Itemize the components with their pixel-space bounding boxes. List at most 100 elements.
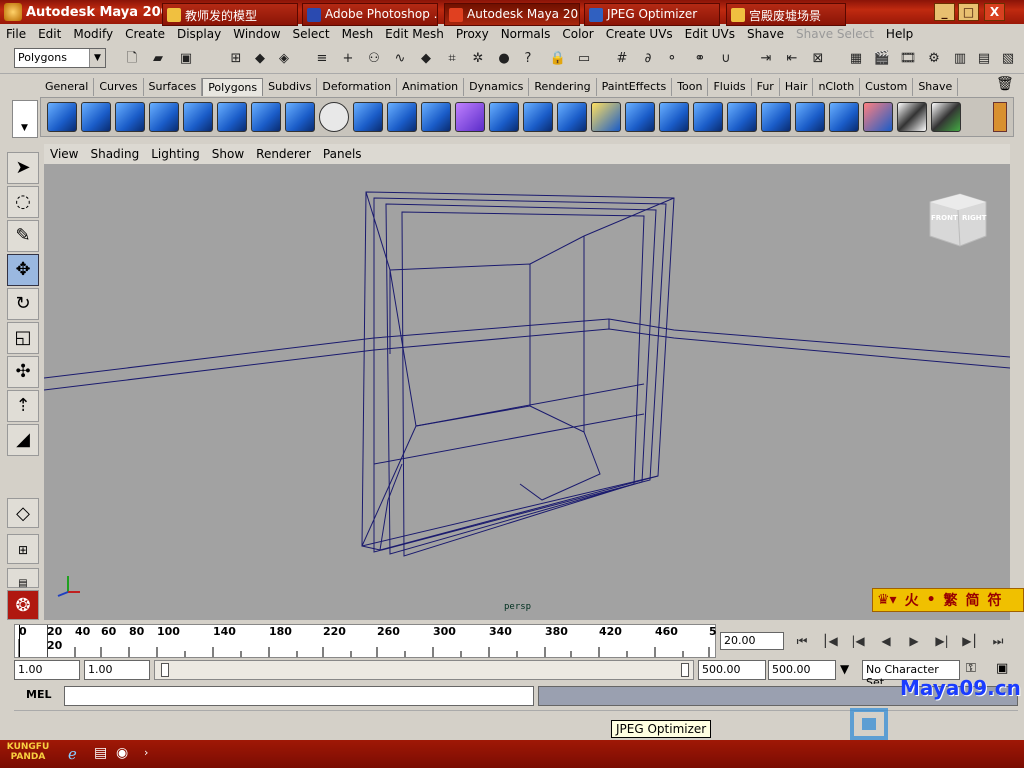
- current-frame-field[interactable]: 20.00: [720, 632, 784, 650]
- menu-proxy[interactable]: Proxy: [450, 27, 495, 41]
- menu-display[interactable]: Display: [171, 27, 227, 41]
- maya-app-icon[interactable]: [4, 3, 22, 21]
- task-folder-palace[interactable]: 宫殿废墟场景: [726, 3, 846, 26]
- menu-shave-select[interactable]: Shave Select: [790, 27, 880, 41]
- combine-icon[interactable]: [353, 102, 383, 132]
- select-deformation-icon[interactable]: ⌗: [442, 49, 462, 69]
- select-hierarchy-icon[interactable]: ⊞: [226, 49, 246, 69]
- panel-menu-view[interactable]: View: [44, 147, 84, 161]
- paint-select-tool-icon[interactable]: ✎: [7, 220, 39, 252]
- snap-view-plane-icon[interactable]: ⚭: [690, 49, 710, 69]
- tab-animation[interactable]: Animation: [397, 78, 465, 96]
- output-icon[interactable]: ⇤: [782, 49, 802, 69]
- show-desktop-icon[interactable]: ▤: [94, 745, 107, 761]
- tab-polygons[interactable]: Polygons: [202, 78, 264, 96]
- ime-mode-fire[interactable]: 火: [901, 590, 923, 610]
- offset-edge-loop-icon[interactable]: [659, 102, 689, 132]
- step-forward-frame-icon[interactable]: ▶⎮: [958, 630, 982, 652]
- playback-end-field[interactable]: 500.00: [698, 660, 766, 680]
- end-time-field[interactable]: 500.00: [768, 660, 836, 680]
- animation-preferences-icon[interactable]: ▣: [996, 661, 1008, 676]
- trash-icon[interactable]: 🗑: [996, 76, 1014, 92]
- step-back-frame-icon[interactable]: ⎮◀: [818, 630, 842, 652]
- snap-grid-icon[interactable]: #: [612, 49, 632, 69]
- poly-cone-icon[interactable]: [149, 102, 179, 132]
- ime-arrow-icon[interactable]: •: [923, 592, 940, 608]
- tab-fluids[interactable]: Fluids: [708, 78, 752, 96]
- menu-normals[interactable]: Normals: [495, 27, 557, 41]
- ime-toolbar[interactable]: ♛▾ 火 • 繁 简 符: [872, 588, 1024, 612]
- tab-custom[interactable]: Custom: [860, 78, 914, 96]
- menu-edit[interactable]: Edit: [32, 27, 67, 41]
- go-to-end-icon[interactable]: ⏭: [986, 630, 1010, 652]
- range-slider[interactable]: [154, 660, 694, 680]
- step-back-key-icon[interactable]: |◀: [846, 630, 870, 652]
- select-surface-icon[interactable]: ◆: [416, 49, 436, 69]
- ime-simplified[interactable]: 简: [962, 590, 984, 610]
- select-curve-icon[interactable]: ∿: [390, 49, 410, 69]
- go-to-start-icon[interactable]: ⏮: [790, 630, 814, 652]
- menu-set-dropdown[interactable]: Polygons ▼: [14, 48, 106, 68]
- panel-menu-panels[interactable]: Panels: [317, 147, 368, 161]
- poly-prism-icon[interactable]: [251, 102, 281, 132]
- smooth-icon[interactable]: [455, 102, 485, 132]
- poke-face-icon[interactable]: [761, 102, 791, 132]
- single-perspective-layout-icon[interactable]: ◇: [7, 498, 39, 528]
- show-manipulator-icon[interactable]: ◢: [7, 424, 39, 456]
- menu-window[interactable]: Window: [227, 27, 286, 41]
- play-backwards-icon[interactable]: ◀: [874, 630, 898, 652]
- tab-hair[interactable]: Hair: [780, 78, 814, 96]
- menu-shave[interactable]: Shave: [741, 27, 790, 41]
- poly-helix-icon[interactable]: [319, 102, 349, 132]
- wireframe-model[interactable]: [44, 191, 1010, 557]
- snap-curve-icon[interactable]: ∂: [638, 49, 658, 69]
- task-folder-models[interactable]: 教师发的模型: [162, 3, 298, 26]
- chevron-down-icon[interactable]: ▼: [840, 662, 849, 676]
- panel-menu-show[interactable]: Show: [206, 147, 250, 161]
- step-forward-key-icon[interactable]: ▶|: [930, 630, 954, 652]
- tab-surfaces[interactable]: Surfaces: [144, 78, 203, 96]
- snap-point-icon[interactable]: ⚬: [662, 49, 682, 69]
- range-slider-end-handle[interactable]: [681, 663, 689, 677]
- select-dynamics-icon[interactable]: ✲: [468, 49, 488, 69]
- bridge-icon[interactable]: [523, 102, 553, 132]
- select-tool-icon[interactable]: ➤: [7, 152, 39, 184]
- select-misc-icon[interactable]: ?: [518, 49, 538, 69]
- make-live-icon[interactable]: ∪: [716, 49, 736, 69]
- append-polygon-icon[interactable]: [557, 102, 587, 132]
- task-maya[interactable]: Autodesk Maya 20...: [444, 3, 580, 26]
- quicklaunch-chevron-icon[interactable]: ›: [144, 746, 148, 759]
- separate-icon[interactable]: [387, 102, 417, 132]
- select-joint-icon[interactable]: ⚇: [364, 49, 384, 69]
- poly-pipe-icon[interactable]: [285, 102, 315, 132]
- playback-start-field[interactable]: 1.00: [84, 660, 150, 680]
- automatic-mapping-icon[interactable]: [931, 102, 961, 132]
- select-object-icon[interactable]: ◆: [250, 49, 270, 69]
- key-icon[interactable]: ⚿: [966, 661, 976, 676]
- tab-fur[interactable]: Fur: [752, 78, 780, 96]
- task-jpeg-optimizer[interactable]: JPEG Optimizer: [584, 3, 720, 26]
- tab-painteffects[interactable]: PaintEffects: [597, 78, 673, 96]
- tab-deformation[interactable]: Deformation: [317, 78, 398, 96]
- save-scene-icon[interactable]: ▣: [176, 49, 196, 69]
- tab-general[interactable]: General: [40, 78, 95, 96]
- poly-sphere-icon[interactable]: [47, 102, 77, 132]
- ime-crown-icon[interactable]: ♛▾: [873, 592, 901, 608]
- tab-subdivs[interactable]: Subdivs: [263, 78, 318, 96]
- menu-select[interactable]: Select: [287, 27, 336, 41]
- minimize-button[interactable]: _: [934, 3, 955, 21]
- menu-file[interactable]: File: [0, 27, 32, 41]
- ime-symbols[interactable]: 符: [984, 590, 1006, 610]
- play-forwards-icon[interactable]: ▶: [902, 630, 926, 652]
- tab-curves[interactable]: Curves: [94, 78, 144, 96]
- show-tool-settings-icon[interactable]: ▧: [998, 49, 1018, 69]
- lasso-tool-icon[interactable]: ◌: [7, 186, 39, 218]
- menu-modify[interactable]: Modify: [67, 27, 119, 41]
- panel-menu-lighting[interactable]: Lighting: [145, 147, 206, 161]
- four-view-layout-icon[interactable]: ⊞: [7, 534, 39, 564]
- tab-toon[interactable]: Toon: [672, 78, 709, 96]
- insert-edge-loop-icon[interactable]: [625, 102, 655, 132]
- mel-input[interactable]: [64, 686, 534, 706]
- tab-shave[interactable]: Shave: [913, 78, 959, 96]
- ime-traditional[interactable]: 繁: [940, 590, 962, 610]
